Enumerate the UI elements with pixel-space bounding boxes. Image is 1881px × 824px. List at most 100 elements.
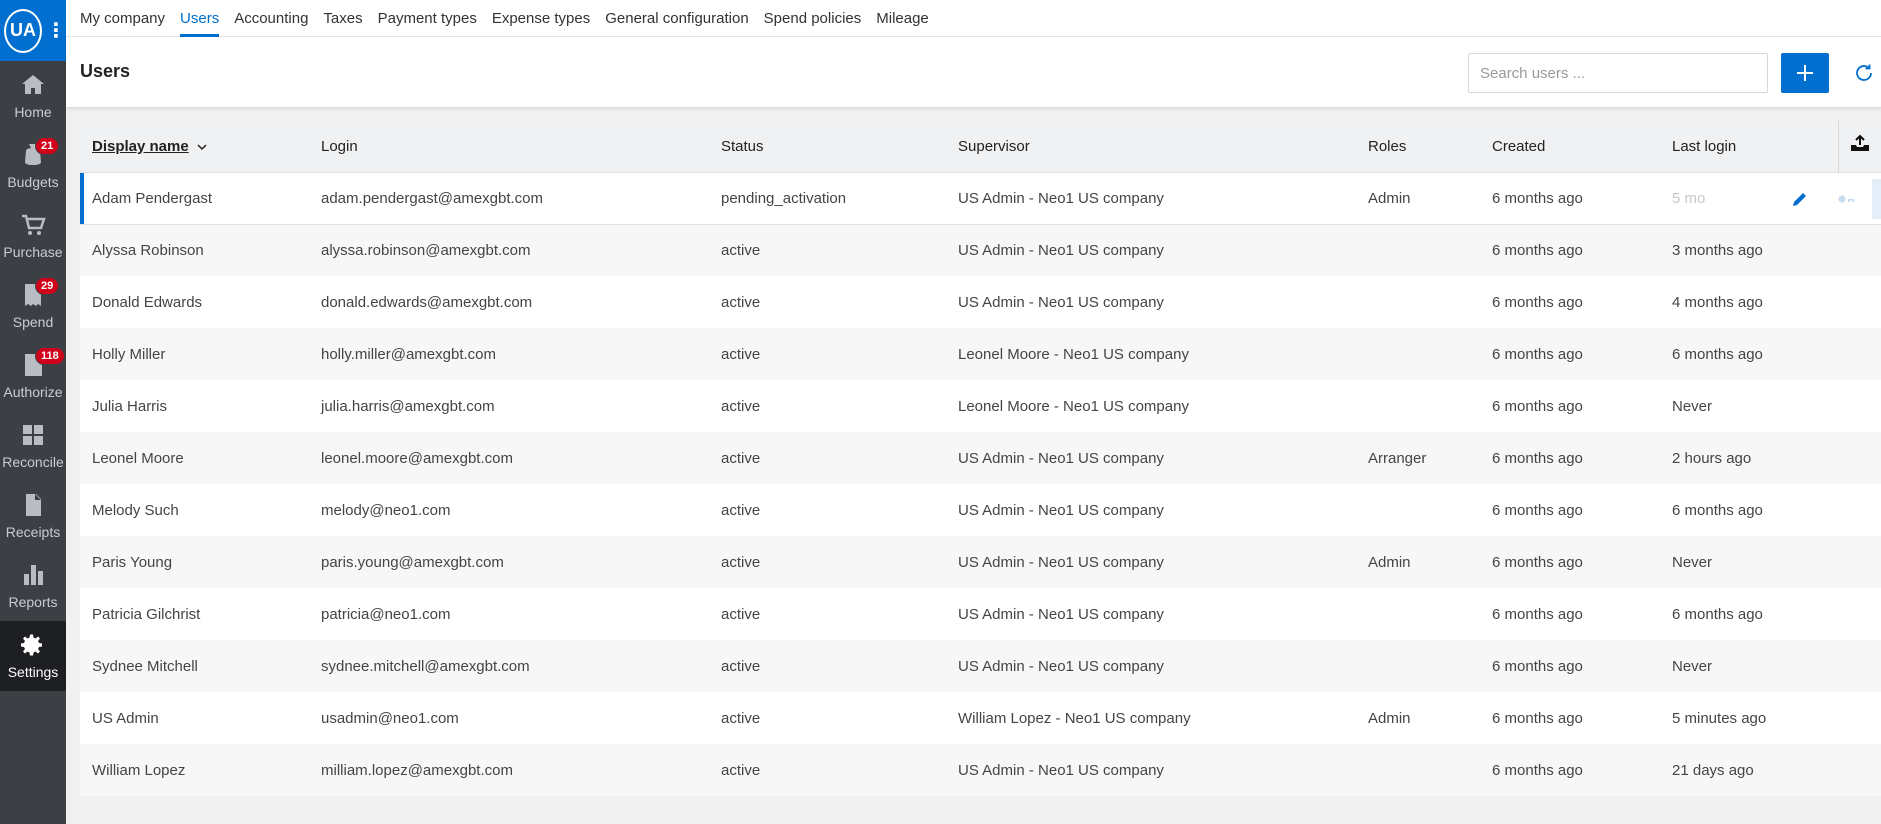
sidebar-item-authorize[interactable]: Authorize 118 [0,341,66,411]
status-cell: pending_activation [721,189,847,207]
status-cell: active [721,605,761,623]
tab-spend-policies[interactable]: Spend policies [764,0,862,37]
status-cell: active [721,657,761,675]
created-cell: 6 months ago [1492,709,1583,727]
page-title: Users [80,61,131,81]
column-header-created[interactable]: Created [1480,121,1660,172]
created-cell: 6 months ago [1492,501,1583,519]
row-spacer [1838,588,1881,640]
display-name-cell: Adam Pendergast [80,172,309,224]
sidebar-item-budgets[interactable]: Budgets 21 [0,131,66,201]
table-row[interactable]: Sydnee Mitchell sydnee.mitchell@amexgbt.c… [80,640,1881,692]
login-cell: sydnee.mitchell@amexgbt.com [321,657,530,675]
table-row[interactable]: Paris Young paris.young@amexgbt.com active… [80,536,1881,588]
sidebar-item-spend[interactable]: Spend 29 [0,271,66,341]
login-cell: leonel.moore@amexgbt.com [321,449,513,467]
display-name-cell: Julia Harris [92,397,168,415]
login-cell: adam.pendergast@amexgbt.com [321,189,544,207]
last-login-cell: 6 months ago [1672,345,1763,363]
table-row[interactable]: Alyssa Robinson alyssa.robinson@amexgbt.c… [80,224,1881,276]
plus-icon [1797,65,1813,81]
supervisor-cell: US Admin - Neo1 US company [958,189,1164,207]
supervisor-cell: US Admin - Neo1 US company [958,449,1164,467]
supervisor-cell: US Admin - Neo1 US company [958,293,1164,311]
table-row[interactable]: Julia Harris julia.harris@amexgbt.com acti… [80,380,1881,432]
roles-cell [1356,224,1480,276]
more-vertical-icon[interactable]: ⋮ [46,21,66,41]
gear-icon [20,632,46,658]
column-header-status[interactable]: Status [709,121,946,172]
edit-button[interactable] [1780,179,1820,219]
login-cell: holly.miller@amexgbt.com [321,345,496,363]
display-name-cell: Leonel Moore [92,449,184,467]
notification-badge: 118 [35,347,65,365]
display-name-cell: Holly Miller [92,345,166,363]
row-spacer [1838,536,1881,588]
pencil-icon [1793,193,1806,206]
display-name-cell: US Admin [92,709,159,727]
created-cell: 6 months ago [1492,397,1583,415]
column-header-display-name[interactable]: Display name [80,121,309,172]
column-header-roles[interactable]: Roles [1356,121,1480,172]
tab-accounting[interactable]: Accounting [234,0,308,37]
roles-cell: Admin [1368,709,1411,727]
display-name-cell: Melody Such [92,501,179,519]
roles-cell [1356,276,1480,328]
created-cell: 6 months ago [1492,605,1583,623]
tab-general-configuration[interactable]: General configuration [605,0,748,37]
login-cell: melody@neo1.com [321,501,451,519]
add-user-button[interactable] [1781,53,1829,93]
notification-badge: 29 [35,277,60,295]
last-login-cell: 5 minutes ago [1672,709,1767,727]
sidebar-item-label: Purchase [3,244,63,260]
login-cell: donald.edwards@amexgbt.com [321,293,533,311]
created-cell: 6 months ago [1492,293,1583,311]
sidebar-item-receipts[interactable]: Receipts [0,481,66,551]
table-row[interactable]: Adam Pendergast adam.pendergast@amexgbt.c… [80,172,1881,224]
column-header-login[interactable]: Login [309,121,709,172]
sidebar-item-settings[interactable]: Settings [0,621,66,691]
sidebar-item-purchase[interactable]: Purchase [0,201,66,271]
table-row[interactable]: US Admin usadmin@neo1.com active William Lo… [80,692,1881,744]
supervisor-cell: US Admin - Neo1 US company [958,553,1164,571]
send-invite-button[interactable] [1872,179,1881,219]
display-name-cell: Sydnee Mitchell [92,657,198,675]
tab-my-company[interactable]: My company [80,0,165,37]
roles-cell [1356,744,1480,796]
sidebar-item-label: Receipts [5,524,61,540]
table-row[interactable]: Donald Edwards donald.edwards@amexgbt.com… [80,276,1881,328]
sidebar-item-reports[interactable]: Reports [0,551,66,621]
tab-mileage[interactable]: Mileage [876,0,929,37]
row-actions [1780,173,1881,225]
sidebar-item-home[interactable]: Home [0,61,66,131]
table-row[interactable]: Patricia Gilchrist patricia@neo1.com activ… [80,588,1881,640]
last-login-cell: 3 months ago [1672,241,1763,259]
table-row[interactable]: William Lopez milliam.lopez@amexgbt.com ac… [80,744,1881,796]
row-spacer [1838,744,1881,796]
column-header-last-login[interactable]: Last login [1660,121,1838,172]
export-icon [1850,134,1869,152]
refresh-icon[interactable] [1852,61,1876,85]
sidebar-item-reconcile[interactable]: Reconcile [0,411,66,481]
reset-password-button[interactable] [1826,179,1866,219]
table-row[interactable]: Leonel Moore leonel.moore@amexgbt.com acti… [80,432,1881,484]
roles-cell [1356,328,1480,380]
home-icon [20,72,46,98]
display-name-cell: William Lopez [92,761,186,779]
display-name-cell: Patricia Gilchrist [92,605,201,623]
bar-chart-icon [20,562,46,588]
supervisor-cell: Leonel Moore - Neo1 US company [958,345,1189,363]
avatar[interactable]: UA [4,8,42,53]
roles-cell [1356,380,1480,432]
table-row[interactable]: Holly Miller holly.miller@amexgbt.com acti… [80,328,1881,380]
tab-taxes[interactable]: Taxes [323,0,362,37]
supervisor-cell: William Lopez - Neo1 US company [958,709,1191,727]
tab-payment-types[interactable]: Payment types [378,0,477,37]
search-input[interactable] [1468,53,1768,93]
table-row[interactable]: Melody Such melody@neo1.com active US Admin… [80,484,1881,536]
tab-users[interactable]: Users [180,0,220,37]
export-button[interactable] [1837,121,1881,172]
column-header-supervisor[interactable]: Supervisor [946,121,1356,172]
status-cell: active [721,241,761,259]
tab-expense-types[interactable]: Expense types [492,0,590,37]
